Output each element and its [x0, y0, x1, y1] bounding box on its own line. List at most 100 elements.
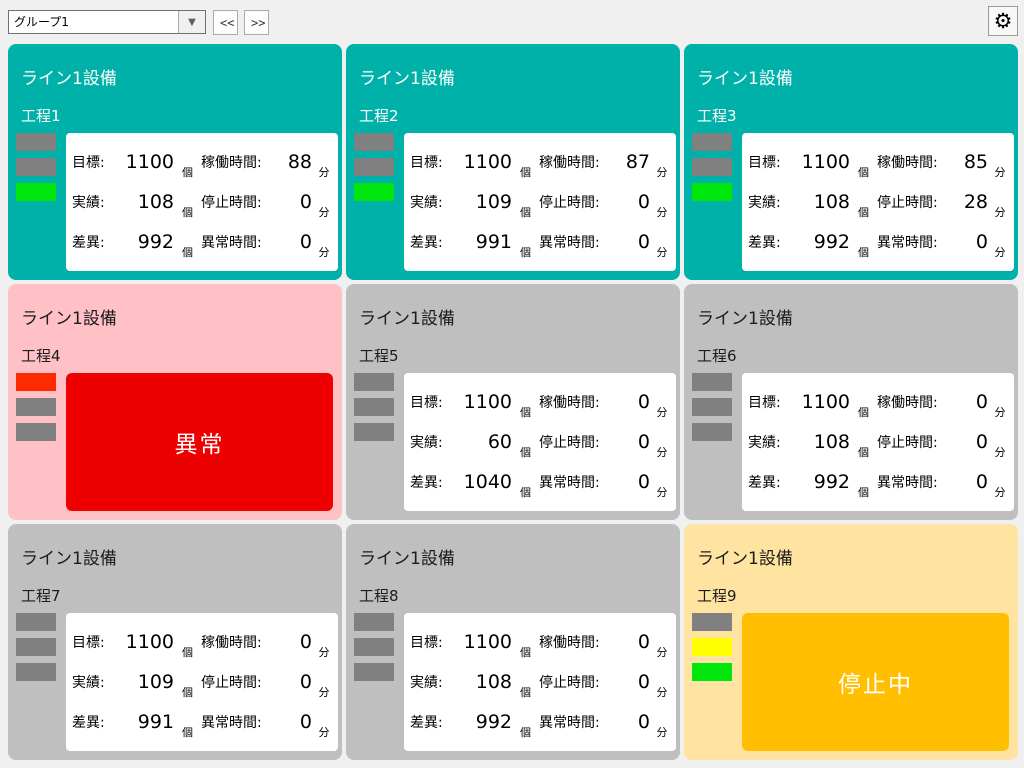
stat-label: 停止時間:: [201, 192, 278, 212]
stat-value: 992: [792, 231, 850, 253]
stat-value: 0: [278, 671, 312, 693]
stat-value: 0: [616, 711, 650, 733]
stat-value: 991: [116, 711, 174, 733]
stat-unit: 個: [512, 644, 539, 660]
stat-unit: 個: [512, 444, 539, 460]
gray-indicator-light: [692, 423, 732, 441]
group-select[interactable]: グループ1 ▼: [8, 10, 206, 34]
indicator-column: [354, 133, 394, 271]
stats-panel: 目標: 1100 個 稼働時間: 85 分 実績: 108 個 停止時間: 28…: [742, 133, 1014, 271]
stat-value: 0: [954, 471, 988, 493]
stat-label: 目標:: [72, 152, 116, 172]
stat-unit: 分: [650, 724, 674, 740]
card-subtitle: 工程6: [697, 345, 1009, 363]
stat-label: 稼働時間:: [877, 392, 954, 412]
stat-value: 0: [278, 631, 312, 653]
stat-unit: 個: [174, 164, 201, 180]
stat-value: 1100: [792, 151, 850, 173]
process-card[interactable]: ライン1設備 工程2 目標: 1100 個 稼働時間: 87 分 実績: 109…: [346, 44, 680, 280]
stat-row: 目標: 1100 個 稼働時間: 0 分: [410, 382, 674, 422]
process-card[interactable]: ライン1設備 工程7 目標: 1100 個 稼働時間: 0 分 実績: 109 …: [8, 524, 342, 760]
process-card[interactable]: ライン1設備 工程9 停止中: [684, 524, 1018, 760]
process-card[interactable]: ライン1設備 工程4 異常: [8, 284, 342, 520]
stat-label: 異常時間:: [539, 712, 616, 732]
indicator-column: [16, 613, 56, 751]
status-panel: 停止中: [742, 613, 1009, 751]
chevron-down-icon[interactable]: ▼: [178, 11, 205, 33]
card-body: 目標: 1100 個 稼働時間: 0 分 実績: 109 個 停止時間: 0 分…: [16, 613, 333, 751]
stat-unit: 個: [850, 244, 877, 260]
stat-value: 108: [454, 671, 512, 693]
stat-label: 実績:: [748, 192, 792, 212]
gray-indicator-light: [16, 613, 56, 631]
stat-label: 実績:: [748, 432, 792, 452]
stat-value: 0: [616, 231, 650, 253]
stat-label: 目標:: [748, 392, 792, 412]
gear-icon: ⚙: [994, 11, 1013, 32]
stat-label: 稼働時間:: [877, 152, 954, 172]
stat-unit: 分: [988, 204, 1012, 220]
stat-label: 差異:: [410, 712, 454, 732]
stat-unit: 分: [988, 404, 1012, 420]
process-card[interactable]: ライン1設備 工程6 目標: 1100 個 稼働時間: 0 分 実績: 108 …: [684, 284, 1018, 520]
stat-row: 実績: 109 個 停止時間: 0 分: [72, 662, 336, 702]
stat-unit: 個: [174, 204, 201, 220]
stat-row: 目標: 1100 個 稼働時間: 87 分: [410, 142, 674, 182]
gray-indicator-light: [354, 158, 394, 176]
process-card[interactable]: ライン1設備 工程1 目標: 1100 個 稼働時間: 88 分 実績: 108…: [8, 44, 342, 280]
stat-value: 1100: [116, 631, 174, 653]
stat-label: 停止時間:: [877, 432, 954, 452]
process-card[interactable]: ライン1設備 工程3 目標: 1100 個 稼働時間: 85 分 実績: 108…: [684, 44, 1018, 280]
stat-value: 60: [454, 431, 512, 453]
card-body: 目標: 1100 個 稼働時間: 0 分 実績: 60 個 停止時間: 0 分 …: [354, 373, 671, 511]
gray-indicator-light: [692, 133, 732, 151]
stat-value: 108: [792, 431, 850, 453]
stat-unit: 分: [312, 244, 336, 260]
stat-label: 稼働時間:: [539, 152, 616, 172]
gray-indicator-light: [16, 158, 56, 176]
stat-label: 目標:: [748, 152, 792, 172]
stat-unit: 個: [512, 244, 539, 260]
stat-unit: 個: [512, 684, 539, 700]
green-indicator-light: [354, 183, 394, 201]
stat-value: 109: [116, 671, 174, 693]
green-indicator-light: [692, 663, 732, 681]
stat-value: 0: [616, 391, 650, 413]
card-title: ライン1設備: [21, 304, 333, 324]
stat-unit: 分: [312, 684, 336, 700]
stat-row: 目標: 1100 個 稼働時間: 0 分: [410, 622, 674, 662]
stat-value: 0: [616, 191, 650, 213]
card-subtitle: 工程4: [21, 345, 333, 363]
stat-unit: 個: [174, 684, 201, 700]
card-title: ライン1設備: [21, 64, 333, 84]
stat-value: 0: [278, 231, 312, 253]
stat-unit: 分: [650, 244, 674, 260]
gray-indicator-light: [16, 423, 56, 441]
stat-label: 目標:: [410, 392, 454, 412]
stat-label: 目標:: [410, 152, 454, 172]
stats-panel: 目標: 1100 個 稼働時間: 0 分 実績: 108 個 停止時間: 0 分…: [742, 373, 1014, 511]
gray-indicator-light: [692, 158, 732, 176]
stats-panel: 目標: 1100 個 稼働時間: 88 分 実績: 108 個 停止時間: 0 …: [66, 133, 338, 271]
stat-label: 異常時間:: [877, 232, 954, 252]
stat-value: 0: [616, 671, 650, 693]
card-body: 異常: [16, 373, 333, 511]
settings-button[interactable]: ⚙: [988, 6, 1018, 36]
stat-row: 差異: 992 個 異常時間: 0 分: [72, 222, 336, 262]
stat-unit: 個: [174, 244, 201, 260]
card-title: ライン1設備: [21, 544, 333, 564]
prev-group-button[interactable]: <<: [213, 10, 238, 35]
card-subtitle: 工程5: [359, 345, 671, 363]
process-card[interactable]: ライン1設備 工程5 目標: 1100 個 稼働時間: 0 分 実績: 60 個…: [346, 284, 680, 520]
stat-label: 実績:: [410, 432, 454, 452]
stat-unit: 分: [988, 444, 1012, 460]
stat-label: 差異:: [72, 712, 116, 732]
status-text: 停止中: [838, 665, 913, 699]
indicator-column: [354, 373, 394, 511]
stat-value: 0: [954, 391, 988, 413]
stat-unit: 分: [988, 484, 1012, 500]
green-indicator-light: [692, 183, 732, 201]
process-card[interactable]: ライン1設備 工程8 目標: 1100 個 稼働時間: 0 分 実績: 108 …: [346, 524, 680, 760]
toolbar: グループ1 ▼ << >> ⚙: [0, 0, 1024, 44]
next-group-button[interactable]: >>: [244, 10, 269, 35]
